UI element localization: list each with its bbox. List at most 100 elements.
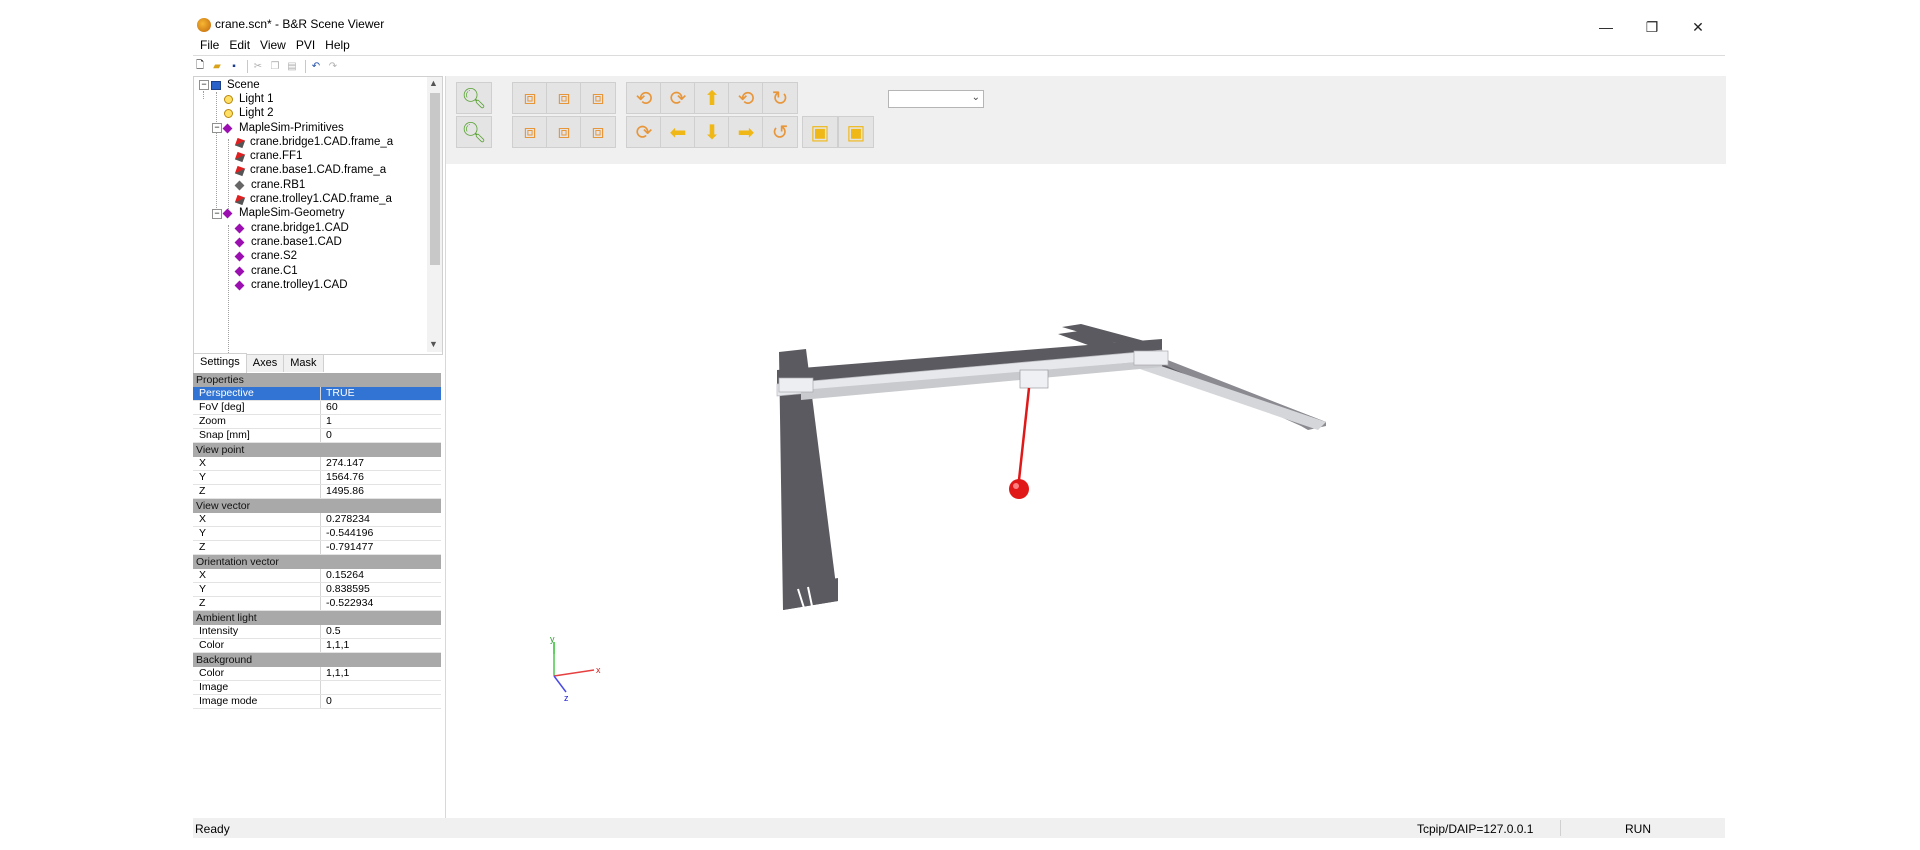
paste-icon[interactable]: ▤ [285, 60, 299, 73]
property-row-viewpoint-z[interactable]: Z 1495.86 [193, 485, 441, 499]
property-value[interactable]: -0.522934 [321, 597, 373, 610]
view-bottom-cube-icon[interactable]: ⧈ [580, 116, 616, 148]
property-tabs: Settings Axes Mask [193, 353, 324, 375]
view-front-cube-icon[interactable]: ⧈ [512, 82, 548, 114]
menu-pvi[interactable]: PVI [291, 36, 320, 54]
property-row-viewvector-x[interactable]: X 0.278234 [193, 513, 441, 527]
property-row-orientation-z[interactable]: Z -0.522934 [193, 597, 441, 611]
menu-file[interactable]: File [195, 36, 224, 54]
view-back-cube-icon[interactable]: ⧈ [512, 116, 548, 148]
scene-tree[interactable]: − Scene Light 1 Light 2 − MapleSim-Primi… [193, 76, 443, 355]
geometry-icon [234, 237, 245, 248]
property-value[interactable]: 274.147 [321, 457, 364, 470]
property-value[interactable]: 0 [321, 429, 332, 442]
view-toolbar: 🔍︎ 🔍︎ ⧈ ⧈ ⧈ ⧈ ⧈ ⧈ ⟲ ⟳ ⬆ ⟲ ↻ ⟳ ⬅ ⬇ ➡ ↺ ▣ … [446, 76, 1726, 164]
property-row-snap[interactable]: Snap [mm] 0 [193, 429, 441, 443]
zoom-out-icon[interactable]: 🔍︎ [456, 116, 492, 148]
property-row-viewpoint-y[interactable]: Y 1564.76 [193, 471, 441, 485]
property-row-intensity[interactable]: Intensity 0.5 [193, 625, 441, 639]
tab-settings[interactable]: Settings [193, 353, 247, 375]
zoom-in-icon[interactable]: 🔍︎ [456, 82, 492, 114]
collapse-geometry-button[interactable]: − [212, 209, 222, 219]
property-value[interactable]: 1,1,1 [321, 667, 349, 680]
redo-icon[interactable]: ↷ [326, 60, 340, 73]
rotate-x-icon[interactable]: ⟲ [626, 82, 662, 114]
property-value[interactable]: 0.5 [321, 625, 341, 638]
property-row-zoom[interactable]: Zoom 1 [193, 415, 441, 429]
group-ambient-light[interactable]: Ambient light [193, 611, 441, 625]
property-value[interactable]: 1,1,1 [321, 639, 349, 652]
property-row-orientation-x[interactable]: X 0.15264 [193, 569, 441, 583]
rotate-x-reverse-icon[interactable]: ⟳ [626, 116, 662, 148]
view-top-cube-icon[interactable]: ⧈ [580, 82, 616, 114]
property-value[interactable]: 1495.86 [321, 485, 364, 498]
rotate-clockwise-icon[interactable]: ↻ [762, 82, 798, 114]
group-view-point[interactable]: View point [193, 443, 441, 457]
cut-icon[interactable]: ✂ [251, 60, 265, 73]
menu-edit[interactable]: Edit [224, 36, 255, 54]
move-left-icon[interactable]: ⬅ [660, 116, 696, 148]
light-icon [224, 95, 233, 104]
scroll-up-icon[interactable]: ▲ [429, 78, 438, 88]
group-properties[interactable]: Properties [193, 373, 441, 387]
property-row-ambient-color[interactable]: Color 1,1,1 [193, 639, 441, 653]
property-value[interactable]: 0.278234 [321, 513, 370, 526]
scroll-down-icon[interactable]: ▼ [429, 339, 438, 349]
property-value[interactable]: 1564.76 [321, 471, 364, 484]
menu-help[interactable]: Help [320, 36, 355, 54]
tree-node-trolley-cad[interactable]: crane.trolley1.CAD [234, 277, 348, 294]
property-value[interactable]: 60 [321, 401, 338, 414]
property-value[interactable]: 1 [321, 415, 332, 428]
group-background[interactable]: Background [193, 653, 441, 667]
move-right-icon[interactable]: ➡ [728, 116, 764, 148]
property-row-viewvector-z[interactable]: Z -0.791477 [193, 541, 441, 555]
property-key: X [193, 457, 321, 470]
add-object-icon[interactable]: ▣ [802, 116, 838, 148]
collapse-scene-button[interactable]: − [199, 80, 209, 90]
group-orientation-vector[interactable]: Orientation vector [193, 555, 441, 569]
menu-view[interactable]: View [255, 36, 291, 54]
group-view-vector[interactable]: View vector [193, 499, 441, 513]
group-icon [222, 208, 233, 219]
view-other-side-cube-icon[interactable]: ⧈ [546, 116, 582, 148]
property-row-background-image[interactable]: Image [193, 681, 441, 695]
property-value[interactable]: -0.544196 [321, 527, 373, 540]
property-row-image-mode[interactable]: Image mode 0 [193, 695, 441, 709]
remove-object-icon[interactable]: ▣ [838, 116, 874, 148]
rotate-counterclockwise-icon[interactable]: ↺ [762, 116, 798, 148]
tab-axes[interactable]: Axes [245, 354, 285, 372]
property-row-background-color[interactable]: Color 1,1,1 [193, 667, 441, 681]
tab-mask[interactable]: Mask [283, 354, 324, 372]
tree-scrollbar[interactable]: ▲ ▼ [427, 77, 442, 352]
rotate-z-icon[interactable]: ⟲ [728, 82, 764, 114]
property-value[interactable]: 0 [321, 695, 332, 708]
property-value[interactable]: 0.15264 [321, 569, 364, 582]
view-side-cube-icon[interactable]: ⧈ [546, 82, 582, 114]
property-key: Image [193, 681, 321, 694]
app-window: crane.scn* - B&R Scene Viewer — ❐ ✕ File… [193, 12, 1726, 844]
move-down-icon[interactable]: ⬇ [694, 116, 730, 148]
property-value[interactable]: TRUE [321, 387, 355, 400]
rotate-y-icon[interactable]: ⟳ [660, 82, 696, 114]
property-value[interactable] [321, 681, 326, 694]
property-row-perspective[interactable]: Perspective TRUE [193, 387, 441, 401]
property-row-fov[interactable]: FoV [deg] 60 [193, 401, 441, 415]
property-key: Y [193, 527, 321, 540]
view-select[interactable]: ⌄ [888, 90, 984, 108]
property-value[interactable]: -0.791477 [321, 541, 373, 554]
new-file-icon[interactable]: 🗋 [193, 60, 207, 73]
property-value[interactable]: 0.838595 [321, 583, 370, 596]
property-row-orientation-y[interactable]: Y 0.838595 [193, 583, 441, 597]
move-up-icon[interactable]: ⬆ [694, 82, 730, 114]
scene-viewport[interactable]: 🔍︎ 🔍︎ ⧈ ⧈ ⧈ ⧈ ⧈ ⧈ ⟲ ⟳ ⬆ ⟲ ↻ ⟳ ⬅ ⬇ ➡ ↺ ▣ … [445, 76, 1726, 834]
open-folder-icon[interactable]: ▰ [210, 60, 224, 73]
copy-icon[interactable]: ❐ [268, 60, 282, 73]
undo-icon[interactable]: ↶ [309, 60, 323, 73]
scrollbar-thumb[interactable] [430, 93, 440, 265]
collapse-primitives-button[interactable]: − [212, 123, 222, 133]
property-row-viewvector-y[interactable]: Y -0.544196 [193, 527, 441, 541]
crane-3d-scene[interactable]: y x z [446, 164, 1726, 834]
frame-icon [234, 137, 246, 148]
save-icon[interactable]: ▪ [227, 60, 241, 73]
property-row-viewpoint-x[interactable]: X 274.147 [193, 457, 441, 471]
